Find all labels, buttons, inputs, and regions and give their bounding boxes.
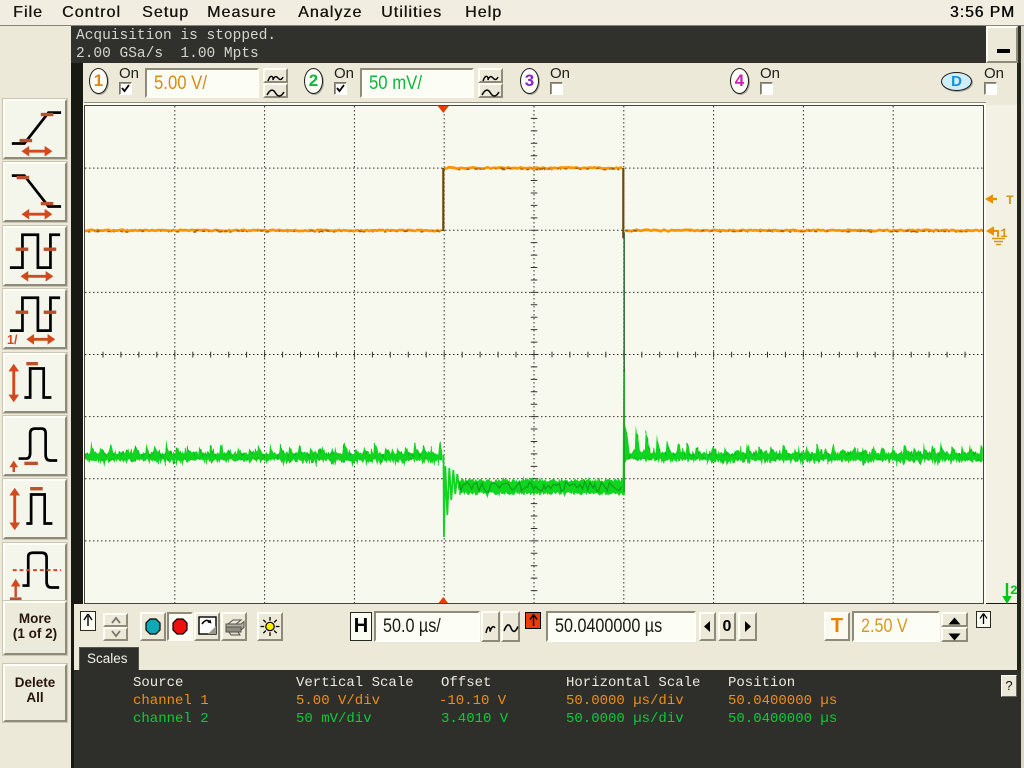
svg-text:T: T	[1006, 193, 1014, 206]
svg-text:1/: 1/	[7, 333, 18, 347]
svg-text:2: 2	[1010, 583, 1018, 598]
